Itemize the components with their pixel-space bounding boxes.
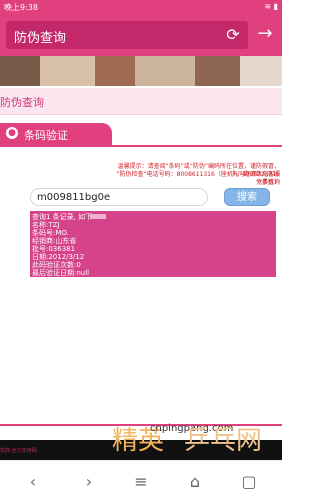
result-line: 此码验证次数:0 xyxy=(32,261,81,269)
result-line: 批号:036381 xyxy=(32,245,76,253)
watermark: 精英 cnpingpang.com 乒乓网 xyxy=(112,418,272,456)
refresh-icon[interactable]: ⟳ xyxy=(224,26,242,44)
footer-text: 优商:全力支持网 xyxy=(0,448,37,454)
address-bar[interactable]: 防伪查询 ⟳ xyxy=(6,21,248,49)
status-bar: 晚上9:38 ≋ ▮ xyxy=(0,0,282,14)
section-label: 条码验证 xyxy=(24,129,68,142)
redaction-mark xyxy=(90,214,106,219)
address-text: 防伪查询 xyxy=(14,31,67,46)
barcode-input[interactable]: m009811bg0e xyxy=(30,188,208,206)
user-icon: ● xyxy=(6,127,18,139)
barcode-verify-header: ● 条码验证 xyxy=(0,123,282,147)
arrow-right-icon[interactable]: → xyxy=(254,23,276,45)
menu-icon[interactable]: ≡ xyxy=(130,471,152,493)
title-bar: 防伪查询 xyxy=(0,88,282,115)
result-line: 名称:TZJ xyxy=(32,221,60,229)
result-line: 最后验证日期:null xyxy=(32,269,90,277)
home-icon[interactable]: ⌂ xyxy=(184,471,206,493)
search-button[interactable]: 搜索 xyxy=(224,188,270,206)
result-line: 条码号:MO. xyxy=(32,229,69,237)
tabs-icon[interactable]: ▢ xyxy=(238,471,260,493)
hint-line-3: 免费查询 xyxy=(255,179,280,186)
bottom-nav: ‹ › ≡ ⌂ ▢ xyxy=(0,460,282,501)
status-indicators: ≋ ▮ xyxy=(264,2,278,11)
forward-icon[interactable]: › xyxy=(78,471,100,493)
result-line: 经销商:山东省 xyxy=(32,237,77,245)
browser-toolbar: 防伪查询 ⟳ → xyxy=(0,14,282,56)
barcode-verify-tab: ● 条码验证 xyxy=(0,123,112,145)
result-header: 查询1 条记录, 如下: xyxy=(32,213,95,221)
result-panel: 查询1 条记录, 如下: 名称:TZJ 条码号:MO. 经销商:山东省 批号:0… xyxy=(30,211,276,277)
result-line: 日期:2012/3/12 xyxy=(32,253,85,261)
page-title: 防伪查询 xyxy=(0,96,44,109)
header-banner xyxy=(0,56,282,86)
watermark-name: 乒乓网 xyxy=(184,426,263,456)
back-icon[interactable]: ‹ xyxy=(22,471,44,493)
status-time: 晚上9:38 xyxy=(4,3,38,12)
